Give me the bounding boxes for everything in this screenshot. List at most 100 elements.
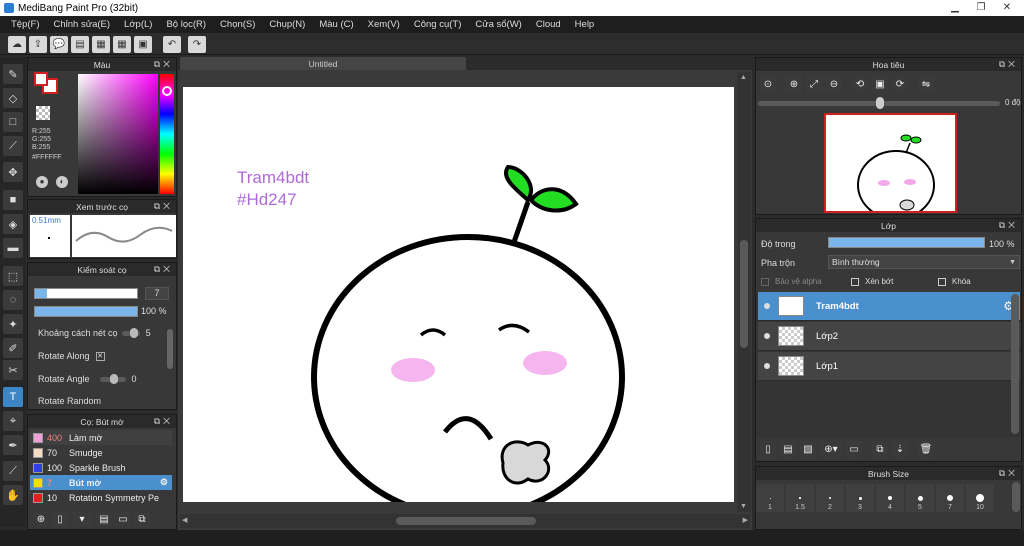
brush-size-preset[interactable]: 1.5: [786, 484, 814, 512]
select-pen-icon[interactable]: ✐: [3, 338, 23, 358]
tiles-icon[interactable]: ▣: [134, 36, 152, 53]
canvas-horizontal-scrollbar[interactable]: ◀ ▶: [180, 514, 750, 528]
menu-select[interactable]: Chọn(S): [213, 19, 262, 30]
panel-close-icon[interactable]: ⧉✕: [154, 201, 173, 212]
grid-icon[interactable]: ▦: [113, 36, 131, 53]
layer-row[interactable]: Lớp1: [758, 352, 1020, 381]
close-button[interactable]: ✕: [994, 0, 1020, 14]
scroll-right-icon[interactable]: ▶: [743, 516, 748, 524]
menu-file[interactable]: Tệp(F): [4, 19, 47, 30]
lock-checkbox[interactable]: [938, 277, 946, 286]
lasso-tool-icon[interactable]: ◌: [3, 290, 23, 310]
move-tool-icon[interactable]: ✥: [3, 162, 23, 182]
duplicate-layer-icon[interactable]: ⧉: [872, 441, 888, 457]
menu-capture[interactable]: Chụp(N): [262, 19, 312, 30]
layer-row[interactable]: Lớp2: [758, 322, 1020, 351]
blend-mode-select[interactable]: Bình thường ▼: [828, 255, 1020, 269]
add-layer-menu-icon[interactable]: ⊕▾: [820, 441, 842, 457]
magic-wand-icon[interactable]: ✦: [3, 314, 23, 334]
brush-size-preset[interactable]: 2: [816, 484, 844, 512]
menu-filter[interactable]: Bộ lọc(R): [159, 19, 213, 30]
select-eraser-icon[interactable]: ✂: [3, 360, 23, 380]
rotate-angle-slider[interactable]: [99, 373, 126, 384]
brush-folder-icon[interactable]: ▭: [115, 511, 131, 527]
brush-list-item[interactable]: 100 Sparkle Brush: [30, 460, 172, 475]
fit-icon[interactable]: ⤢: [806, 76, 822, 92]
flip-icon[interactable]: ⇋: [918, 76, 934, 92]
dropper-tool-icon[interactable]: ✒: [3, 435, 23, 455]
comment-icon[interactable]: 💬: [50, 36, 68, 53]
clipping-checkbox[interactable]: [851, 277, 859, 286]
brush-copy-icon[interactable]: ⧉: [134, 511, 150, 527]
document-tab[interactable]: Untitled: [180, 57, 466, 70]
redo-icon[interactable]: ↷: [188, 36, 206, 53]
delete-layer-icon[interactable]: 🗑: [918, 441, 934, 457]
brush-menu-icon[interactable]: ▾: [71, 511, 93, 527]
menu-window[interactable]: Cửa sổ(W): [468, 19, 528, 30]
panel-close-icon[interactable]: ⧉✕: [999, 220, 1018, 231]
rotation-slider[interactable]: [758, 97, 1000, 109]
spacing-slider[interactable]: [121, 327, 140, 338]
zoom-in-icon[interactable]: ⊕: [786, 76, 802, 92]
brush-size-slider[interactable]: [34, 288, 138, 299]
brush-opacity-slider[interactable]: [34, 306, 138, 317]
maximize-button[interactable]: ❐: [968, 0, 994, 14]
fill-tool-icon[interactable]: ◈: [3, 214, 23, 234]
brush-size-preset[interactable]: 3: [846, 484, 874, 512]
vertical-scroll-thumb[interactable]: [740, 240, 748, 348]
brush-list-item[interactable]: 10 Rotation Symmetry Pe: [30, 490, 172, 505]
swatch-icon[interactable]: ◐: [56, 176, 68, 188]
palette-icon[interactable]: ●: [36, 176, 48, 188]
new-halftone-layer-icon[interactable]: ▤: [780, 441, 796, 457]
reset-view-icon[interactable]: ▣: [872, 76, 888, 92]
visibility-icon[interactable]: [764, 333, 770, 339]
panel-close-icon[interactable]: ⧉✕: [999, 468, 1018, 479]
page-icon[interactable]: ▦: [92, 36, 110, 53]
new-brush-icon[interactable]: ▯: [52, 511, 68, 527]
panel-close-icon[interactable]: ⧉✕: [154, 416, 173, 427]
drawing-canvas[interactable]: Tram4bdt #Hd247: [183, 87, 734, 502]
add-brush-icon[interactable]: ⊕: [33, 511, 49, 527]
eraser-tool-icon[interactable]: ◇: [3, 88, 23, 108]
brush-size-preset[interactable]: 4: [876, 484, 904, 512]
brush-list-item[interactable]: 70 Smudge: [30, 445, 172, 460]
share-icon[interactable]: ⇪: [29, 36, 47, 53]
transparent-swatch[interactable]: [36, 106, 50, 120]
menu-tools[interactable]: Công cụ(T): [407, 19, 469, 30]
new-8bit-layer-icon[interactable]: ▧: [800, 441, 816, 457]
visibility-icon[interactable]: [764, 303, 770, 309]
brush-size-preset[interactable]: 1: [756, 484, 784, 512]
gradient-tool-icon[interactable]: ▬: [3, 238, 23, 258]
saturation-picker[interactable]: [78, 74, 158, 194]
divide-tool-icon[interactable]: ⌖: [3, 411, 23, 431]
merge-layer-icon[interactable]: ⇣: [892, 441, 908, 457]
zoom-out-icon[interactable]: ⊖: [826, 76, 842, 92]
rotate-along-checkbox[interactable]: ✕: [95, 351, 105, 361]
rotate-right-icon[interactable]: ⟳: [892, 76, 908, 92]
scroll-up-icon[interactable]: ▲: [740, 74, 747, 81]
visibility-icon[interactable]: [764, 363, 770, 369]
brush-size-preset[interactable]: 5: [906, 484, 934, 512]
text-tool-icon[interactable]: T: [3, 387, 23, 407]
brush-list-item-selected[interactable]: 7 Bút mờ ⚙: [30, 475, 172, 490]
zoom-icon[interactable]: ⊙: [760, 76, 776, 92]
horizontal-scroll-thumb[interactable]: [396, 517, 536, 525]
panel-close-icon[interactable]: ⧉✕: [154, 59, 173, 70]
menu-cloud[interactable]: Cloud: [529, 19, 568, 30]
minimize-button[interactable]: ▁: [942, 0, 968, 14]
brush-settings-icon[interactable]: ⚙: [160, 477, 168, 488]
navigator-preview[interactable]: [824, 113, 957, 213]
rotate-left-icon[interactable]: ⟲: [852, 76, 868, 92]
cloud-icon[interactable]: ☁: [8, 36, 26, 53]
brush-size-preset[interactable]: 7: [936, 484, 964, 512]
folder-icon[interactable]: ▭: [846, 441, 862, 457]
rectangle-tool-icon[interactable]: ■: [3, 190, 23, 210]
brush-size-value[interactable]: 7: [145, 287, 169, 300]
line-tool-icon[interactable]: ⟋: [3, 136, 23, 156]
hand-tool-icon[interactable]: ✋: [3, 485, 23, 505]
undo-icon[interactable]: ↶: [163, 36, 181, 53]
layer-opacity-slider[interactable]: [828, 237, 985, 248]
eyedropper-icon[interactable]: ⟋: [3, 461, 23, 481]
menu-edit[interactable]: Chỉnh sửa(E): [47, 19, 118, 30]
background-color-swatch[interactable]: [34, 72, 48, 86]
